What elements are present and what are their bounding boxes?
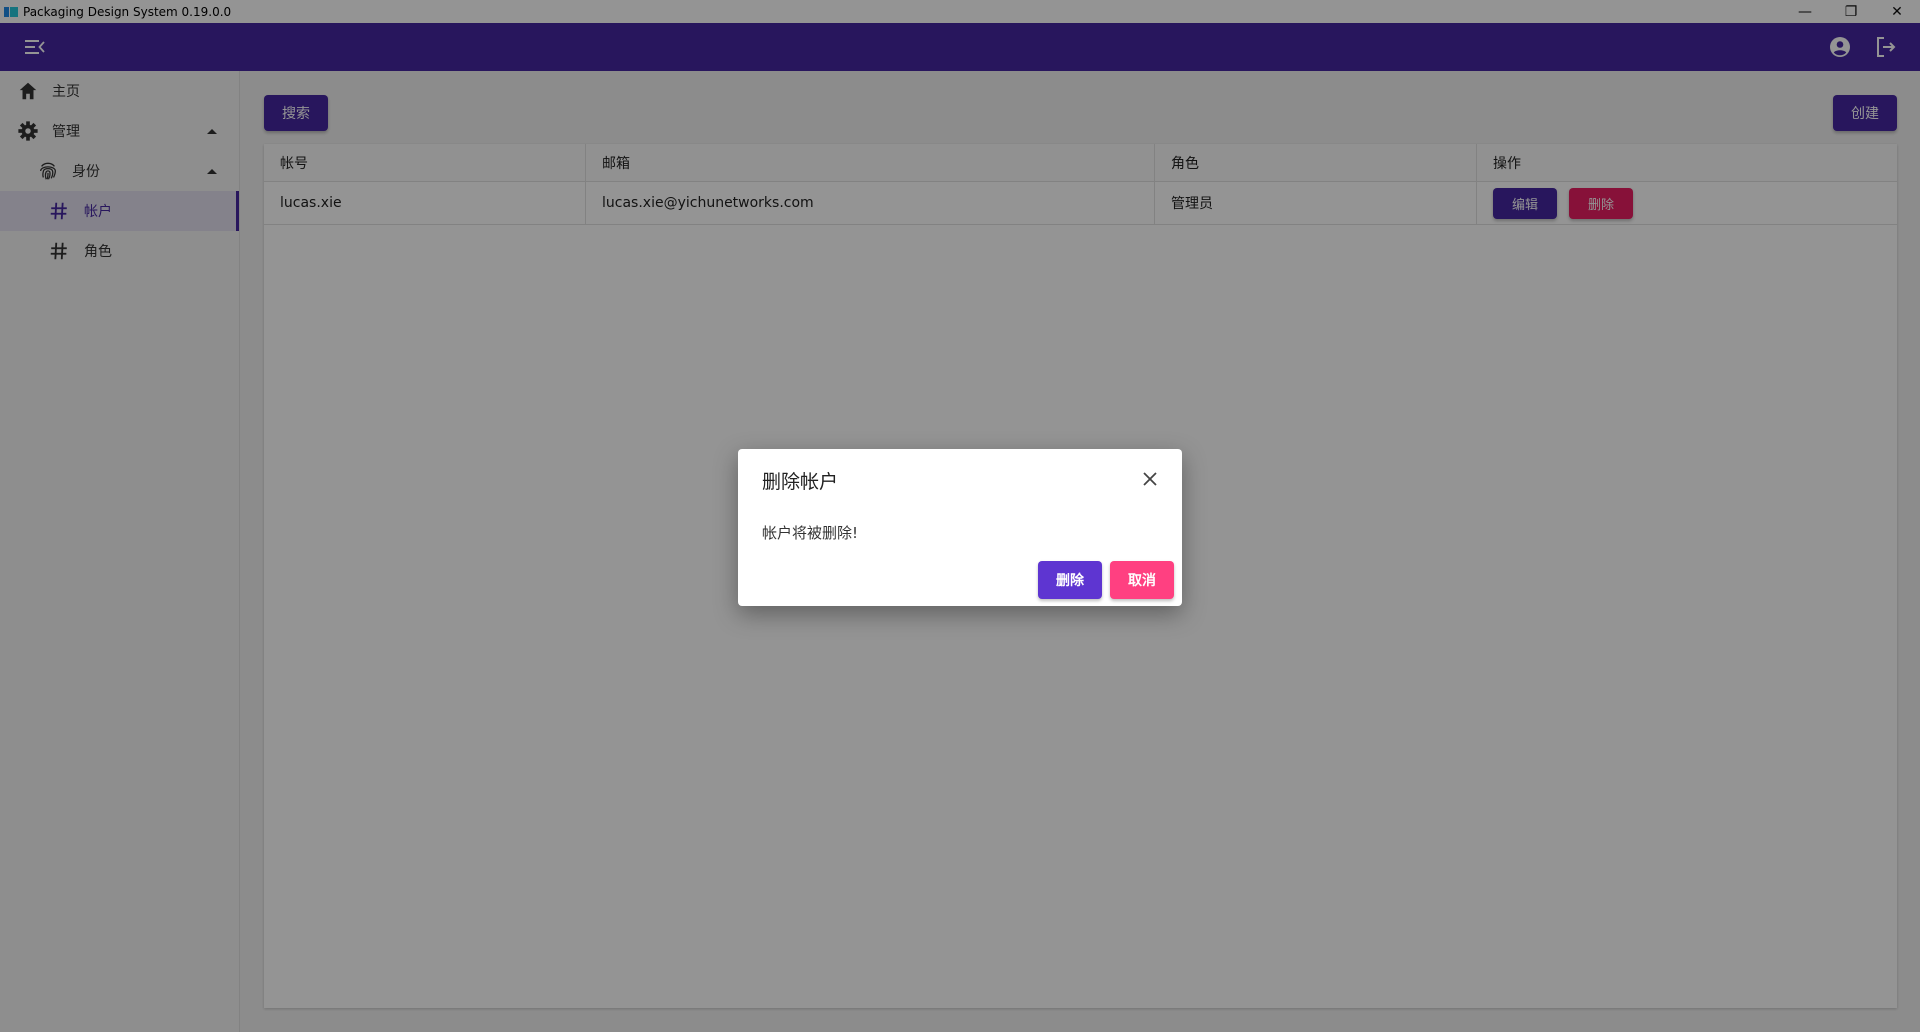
delete-account-dialog: 删除帐户 帐户将被删除! 删除 取消 bbox=[738, 449, 1182, 606]
dialog-message: 帐户将被删除! bbox=[762, 524, 859, 542]
dialog-title: 删除帐户 bbox=[762, 471, 839, 493]
cancel-button[interactable]: 取消 bbox=[1110, 561, 1174, 599]
dialog-actions: 删除 取消 bbox=[1038, 561, 1174, 599]
confirm-delete-button[interactable]: 删除 bbox=[1038, 561, 1102, 599]
close-icon[interactable] bbox=[1140, 469, 1160, 489]
